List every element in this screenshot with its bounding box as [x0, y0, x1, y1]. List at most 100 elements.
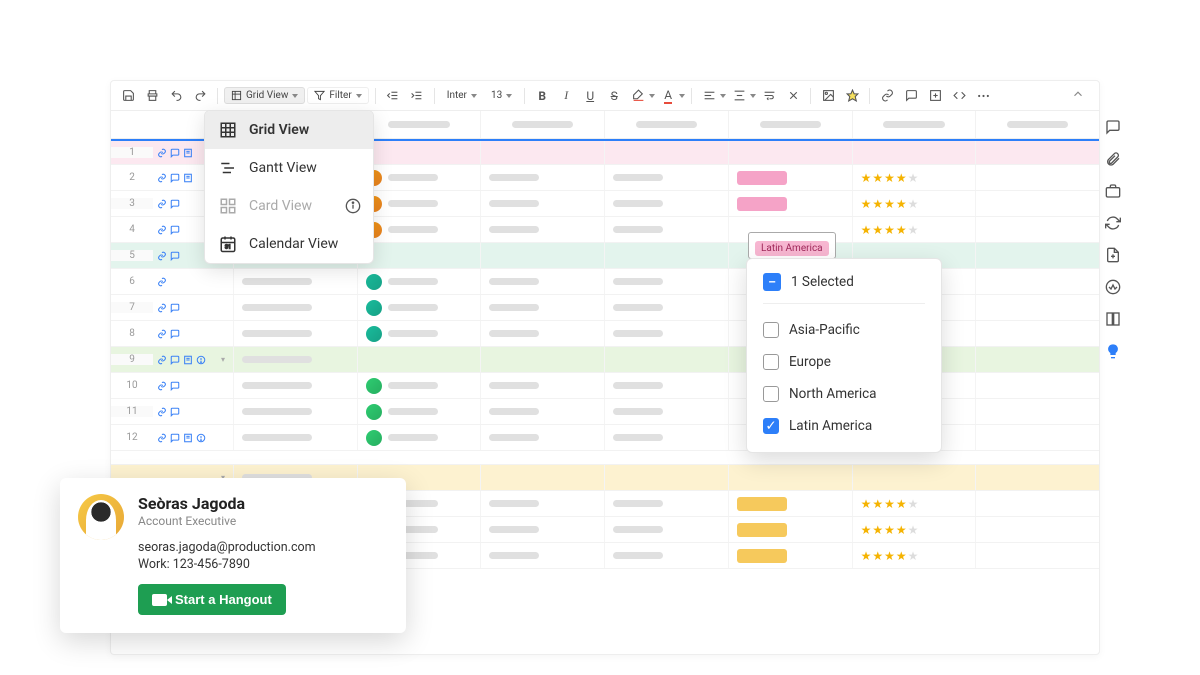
cell[interactable] [604, 165, 728, 190]
cell-rating[interactable] [852, 141, 976, 164]
cell[interactable] [604, 269, 728, 294]
column-header[interactable] [604, 111, 728, 138]
chat-icon[interactable] [1104, 118, 1122, 136]
cell[interactable] [604, 321, 728, 346]
cell[interactable] [480, 399, 604, 424]
filter-button[interactable]: Filter [307, 87, 368, 104]
activity-icon[interactable] [1104, 278, 1122, 296]
table-row[interactable]: 6 [111, 269, 1099, 295]
cell-rating[interactable]: ★★★★★ [852, 217, 976, 242]
cell[interactable] [233, 295, 357, 320]
link-icon[interactable] [876, 85, 898, 107]
cell[interactable] [975, 269, 1099, 294]
table-row[interactable]: 11 [111, 399, 1099, 425]
indent-icon[interactable] [406, 85, 428, 107]
cell-tag[interactable] [728, 465, 852, 490]
cell[interactable] [480, 269, 604, 294]
table-row[interactable]: 9▾ [111, 347, 1099, 373]
cell[interactable] [233, 321, 357, 346]
image-icon[interactable] [817, 85, 839, 107]
cell[interactable] [357, 347, 481, 372]
refresh-icon[interactable] [1104, 214, 1122, 232]
view-item-gantt[interactable]: Gantt View [205, 149, 373, 187]
cell[interactable] [604, 373, 728, 398]
cell-tag[interactable] [728, 141, 852, 164]
table-row[interactable]: 8 [111, 321, 1099, 347]
cell[interactable] [480, 217, 604, 242]
highlight-icon[interactable] [841, 85, 863, 107]
cell[interactable] [604, 491, 728, 516]
table-row[interactable]: 12 [111, 425, 1099, 451]
insert-icon[interactable] [924, 85, 946, 107]
cell[interactable] [604, 465, 728, 490]
cell-rating[interactable]: ★★★★★ [852, 491, 976, 516]
strikethrough-icon[interactable]: S [603, 85, 625, 107]
cell[interactable] [604, 217, 728, 242]
cell[interactable] [233, 269, 357, 294]
column-header[interactable] [357, 111, 481, 138]
view-item-card[interactable]: Card View [205, 187, 373, 225]
cell[interactable] [233, 425, 357, 450]
cell[interactable] [604, 141, 728, 164]
wrap-icon[interactable] [758, 85, 780, 107]
cell[interactable] [357, 295, 481, 320]
cell[interactable] [233, 373, 357, 398]
attachment-icon[interactable] [1104, 150, 1122, 168]
cell[interactable] [975, 425, 1099, 450]
briefcase-icon[interactable] [1104, 182, 1122, 200]
cell[interactable] [357, 141, 481, 164]
cell[interactable] [604, 347, 728, 372]
region-option[interactable]: North America [763, 378, 925, 410]
cell[interactable] [480, 491, 604, 516]
cell[interactable] [975, 165, 1099, 190]
cell[interactable] [604, 399, 728, 424]
cell[interactable] [357, 217, 481, 242]
more-icon[interactable] [972, 85, 994, 107]
table-row[interactable]: 10 [111, 373, 1099, 399]
cell[interactable] [975, 373, 1099, 398]
cell[interactable] [357, 425, 481, 450]
cell-rating[interactable]: ★★★★★ [852, 191, 976, 216]
region-option[interactable]: Asia-Pacific [763, 314, 925, 346]
collapse-toolbar-icon[interactable] [1071, 87, 1089, 105]
cell[interactable] [480, 465, 604, 490]
layout-icon[interactable] [1104, 310, 1122, 328]
cell[interactable] [975, 399, 1099, 424]
column-header[interactable] [852, 111, 976, 138]
column-header[interactable] [480, 111, 604, 138]
view-item-grid[interactable]: Grid View [205, 111, 373, 149]
cell[interactable] [975, 543, 1099, 568]
cell[interactable] [604, 517, 728, 542]
column-header[interactable] [975, 111, 1099, 138]
view-select[interactable]: Grid View [224, 87, 305, 104]
cell[interactable] [357, 373, 481, 398]
cell[interactable] [975, 295, 1099, 320]
cell[interactable] [604, 295, 728, 320]
cell[interactable] [480, 373, 604, 398]
table-row[interactable]: 7 [111, 295, 1099, 321]
cell-rating[interactable]: ★★★★★ [852, 517, 976, 542]
cell[interactable] [975, 141, 1099, 164]
cell[interactable] [480, 141, 604, 164]
cell[interactable] [480, 321, 604, 346]
italic-icon[interactable]: I [555, 85, 577, 107]
cell[interactable] [604, 543, 728, 568]
cell[interactable] [480, 517, 604, 542]
text-color-icon[interactable]: A [657, 85, 679, 107]
font-family-select[interactable]: Inter [441, 88, 483, 103]
valign-icon[interactable] [728, 85, 750, 107]
cell[interactable] [480, 425, 604, 450]
cell[interactable] [480, 165, 604, 190]
lightbulb-icon[interactable] [1104, 342, 1122, 360]
cell-rating[interactable]: ★★★★★ [852, 543, 976, 568]
column-header[interactable] [728, 111, 852, 138]
font-size-select[interactable]: 13 [485, 88, 518, 103]
cell[interactable] [480, 295, 604, 320]
cell[interactable] [975, 347, 1099, 372]
cell[interactable] [480, 191, 604, 216]
outdent-icon[interactable] [382, 85, 404, 107]
file-icon[interactable] [1104, 246, 1122, 264]
cell[interactable] [604, 243, 728, 268]
cell[interactable] [975, 465, 1099, 490]
cell-tag[interactable] [728, 517, 852, 542]
